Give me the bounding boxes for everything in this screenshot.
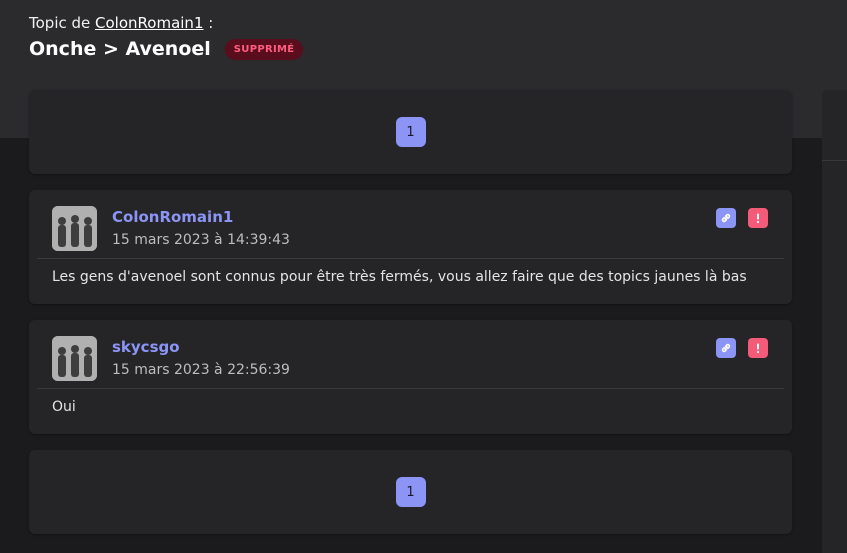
topic-prefix: Topic de: [29, 14, 91, 32]
avatar-image: [52, 336, 97, 381]
avatar-image: [52, 206, 97, 251]
post-card: ColonRomain1 15 mars 2023 à 14:39:43 Les…: [29, 190, 792, 304]
deleted-badge: SUPPRIMÉ: [224, 38, 304, 60]
post-content: Les gens d'avenoel sont connus pour être…: [52, 269, 747, 285]
page-button-current[interactable]: 1: [395, 477, 426, 507]
post-header: ColonRomain1 15 mars 2023 à 14:39:43: [29, 190, 792, 258]
title-row: Onche > Avenoel SUPPRIMÉ: [29, 38, 304, 60]
side-panel: [822, 90, 847, 553]
link-icon[interactable]: [716, 208, 736, 228]
post-author[interactable]: ColonRomain1: [112, 208, 233, 226]
topic-author-link[interactable]: ColonRomain1: [95, 14, 203, 32]
post-date: 15 mars 2023 à 14:39:43: [112, 232, 290, 248]
topic-suffix: :: [208, 14, 214, 32]
page-title: Onche > Avenoel: [29, 38, 211, 60]
exclamation-icon[interactable]: [748, 338, 768, 358]
exclamation-icon[interactable]: [748, 208, 768, 228]
post-author[interactable]: skycsgo: [112, 338, 180, 356]
avatar[interactable]: [52, 336, 97, 381]
side-panel-divider: [822, 160, 847, 161]
avatar[interactable]: [52, 206, 97, 251]
post-date: 15 mars 2023 à 22:56:39: [112, 362, 290, 378]
post-card: skycsgo 15 mars 2023 à 22:56:39 Oui: [29, 320, 792, 434]
pagination-top: 1: [29, 90, 792, 174]
post-content: Oui: [52, 399, 76, 415]
topic-author-line: Topic de ColonRomain1 :: [29, 14, 213, 32]
pagination-bottom: 1: [29, 450, 792, 534]
post-header: skycsgo 15 mars 2023 à 22:56:39: [29, 320, 792, 388]
link-icon[interactable]: [716, 338, 736, 358]
page-button-current[interactable]: 1: [395, 117, 426, 147]
